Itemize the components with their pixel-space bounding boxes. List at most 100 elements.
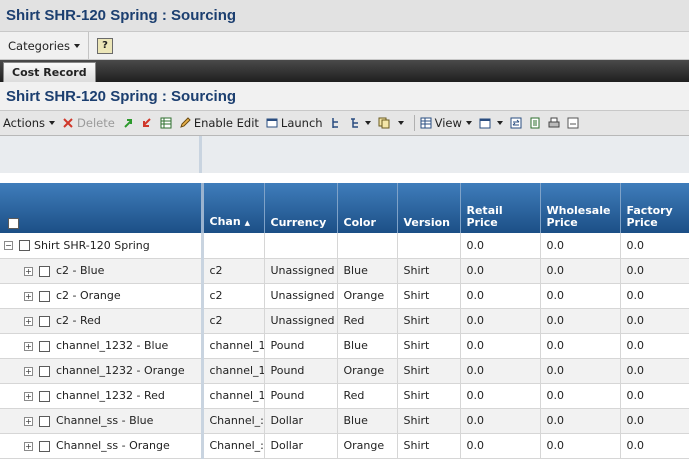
enable-edit-button[interactable]: Enable Edit (179, 116, 259, 130)
print-icon[interactable] (548, 117, 560, 129)
table-row[interactable]: + c2 - Red c2 Unassigned Red Shirt 0.0 0.0 0.0 (0, 308, 689, 334)
page-header: Shirt SHR-120 Spring : Sourcing (0, 0, 689, 32)
tree-cell: + c2 - Blue (0, 258, 204, 284)
table-row[interactable]: + Channel_ss - Orange Channel_: Dollar Orang… (0, 433, 689, 459)
version-cell (397, 233, 461, 259)
launch-button[interactable]: Launch (266, 116, 323, 130)
header-row: Chan ▲ Currency Color Version Retail Pric… (0, 183, 689, 233)
tree-cell: + Channel_ss - Blue (0, 408, 204, 434)
currency-cell: Unassigned (264, 283, 338, 309)
move-up-icon[interactable] (122, 117, 134, 129)
expand-icon[interactable]: + (24, 366, 33, 376)
table-row[interactable]: + channel_1232 - Blue channel_1 Pound Blue Sh… (0, 333, 689, 359)
chevron-down-icon (74, 43, 80, 48)
retail-price-cell: 0.0 (460, 308, 541, 334)
url-icon[interactable] (567, 117, 579, 129)
color-cell: Red (337, 308, 398, 334)
retail-price-cell: 0.0 (460, 408, 541, 434)
version-cell: Shirt (397, 433, 461, 459)
view-menu[interactable]: View (420, 116, 472, 130)
expand-icon[interactable]: + (24, 316, 33, 326)
row-name: c2 - Blue (56, 264, 105, 277)
chan-cell: Channel_: (202, 433, 265, 459)
retail-price-cell: 0.0 (460, 283, 541, 309)
table-row-root[interactable]: − Shirt SHR-120 Spring 0.0 0.0 0.0 (0, 233, 689, 259)
color-cell: Orange (337, 433, 398, 459)
version-cell: Shirt (397, 308, 461, 334)
delete-icon (63, 118, 73, 128)
currency-cell (264, 233, 338, 259)
currency-cell: Dollar (264, 408, 338, 434)
chevron-down-icon (49, 121, 56, 125)
tab-cost-record[interactable]: Cost Record (3, 62, 96, 82)
column-header-version[interactable]: Version (397, 183, 461, 233)
version-cell: Shirt (397, 283, 461, 309)
row-checkbox[interactable] (39, 365, 50, 377)
column-header-chan[interactable]: Chan ▲ (202, 183, 265, 233)
menubar: Categories ? (0, 32, 689, 60)
spreadsheet-icon[interactable] (160, 117, 172, 129)
row-checkbox[interactable] (39, 415, 50, 427)
column-header-wholesale-price[interactable]: Wholesale Price (540, 183, 621, 233)
factory-price-cell: 0.0 (620, 233, 689, 259)
column-header-currency[interactable]: Currency (264, 183, 338, 233)
table-row[interactable]: + channel_1232 - Orange channel_1 Pound Oran… (0, 358, 689, 384)
wholesale-price-cell: 0.0 (540, 283, 621, 309)
color-cell: Orange (337, 283, 398, 309)
move-down-icon[interactable] (141, 117, 153, 129)
copy-menu[interactable] (378, 117, 404, 129)
table-row[interactable]: + c2 - Orange c2 Unassigned Orange Shirt 0.0 0.… (0, 283, 689, 309)
wholesale-price-cell: 0.0 (540, 233, 621, 259)
table-row[interactable]: + channel_1232 - Red channel_1 Pound Red Shir… (0, 383, 689, 409)
calendar-menu[interactable] (479, 117, 503, 129)
enable-edit-label: Enable Edit (193, 116, 259, 130)
calendar-icon (479, 118, 491, 129)
section-title: Shirt SHR-120 Spring : Sourcing (6, 87, 237, 105)
retail-price-cell: 0.0 (460, 333, 541, 359)
hierarchy-menu[interactable] (349, 117, 371, 129)
color-cell: Red (337, 383, 398, 409)
chan-cell (202, 233, 265, 259)
factory-price-cell: 0.0 (620, 433, 689, 459)
row-checkbox[interactable] (39, 315, 50, 327)
section-header: Shirt SHR-120 Spring : Sourcing (0, 82, 689, 111)
row-checkbox[interactable] (39, 265, 50, 277)
expand-icon[interactable]: + (24, 441, 33, 451)
tree-cell: − Shirt SHR-120 Spring (0, 233, 204, 259)
actions-menu[interactable]: Actions (3, 116, 56, 130)
categories-menu[interactable]: Categories (0, 32, 89, 59)
export-icon[interactable] (529, 117, 541, 129)
column-header-color[interactable]: Color (337, 183, 398, 233)
table-row[interactable]: + c2 - Blue c2 Unassigned Blue Shirt 0.0 0.0 0.0 (0, 258, 689, 284)
expand-icon[interactable]: + (24, 341, 33, 351)
column-header-factory-price[interactable]: Factory Price (620, 183, 689, 233)
row-checkbox[interactable] (39, 290, 50, 302)
row-checkbox[interactable] (39, 390, 50, 402)
toolbar-divider (413, 115, 415, 131)
copy-icon (378, 117, 390, 129)
currency-cell: Dollar (264, 433, 338, 459)
collapse-icon[interactable]: − (4, 241, 13, 251)
row-checkbox[interactable] (39, 440, 50, 452)
categories-label: Categories (8, 38, 70, 53)
select-all-checkbox[interactable] (8, 217, 19, 229)
color-cell (337, 233, 398, 259)
table-row[interactable]: + Channel_ss - Blue Channel_: Dollar Blue Shi… (0, 408, 689, 434)
hierarchy-icon[interactable] (330, 117, 342, 129)
expand-icon[interactable]: + (24, 416, 33, 426)
row-checkbox[interactable] (19, 240, 30, 252)
help-icon[interactable]: ? (97, 37, 113, 54)
expand-icon[interactable]: + (24, 291, 33, 301)
chan-cell: c2 (202, 258, 265, 284)
expand-icon[interactable]: + (24, 266, 33, 276)
factory-price-cell: 0.0 (620, 333, 689, 359)
chan-header-label: Chan (209, 215, 241, 228)
row-checkbox[interactable] (39, 340, 50, 352)
view-label: View (434, 116, 462, 130)
column-splitter[interactable] (199, 136, 202, 173)
chan-cell: c2 (202, 308, 265, 334)
delete-button[interactable]: Delete (62, 116, 115, 130)
expand-icon[interactable]: + (24, 391, 33, 401)
compare-icon[interactable] (510, 117, 522, 129)
column-header-retail-price[interactable]: Retail Price (460, 183, 541, 233)
